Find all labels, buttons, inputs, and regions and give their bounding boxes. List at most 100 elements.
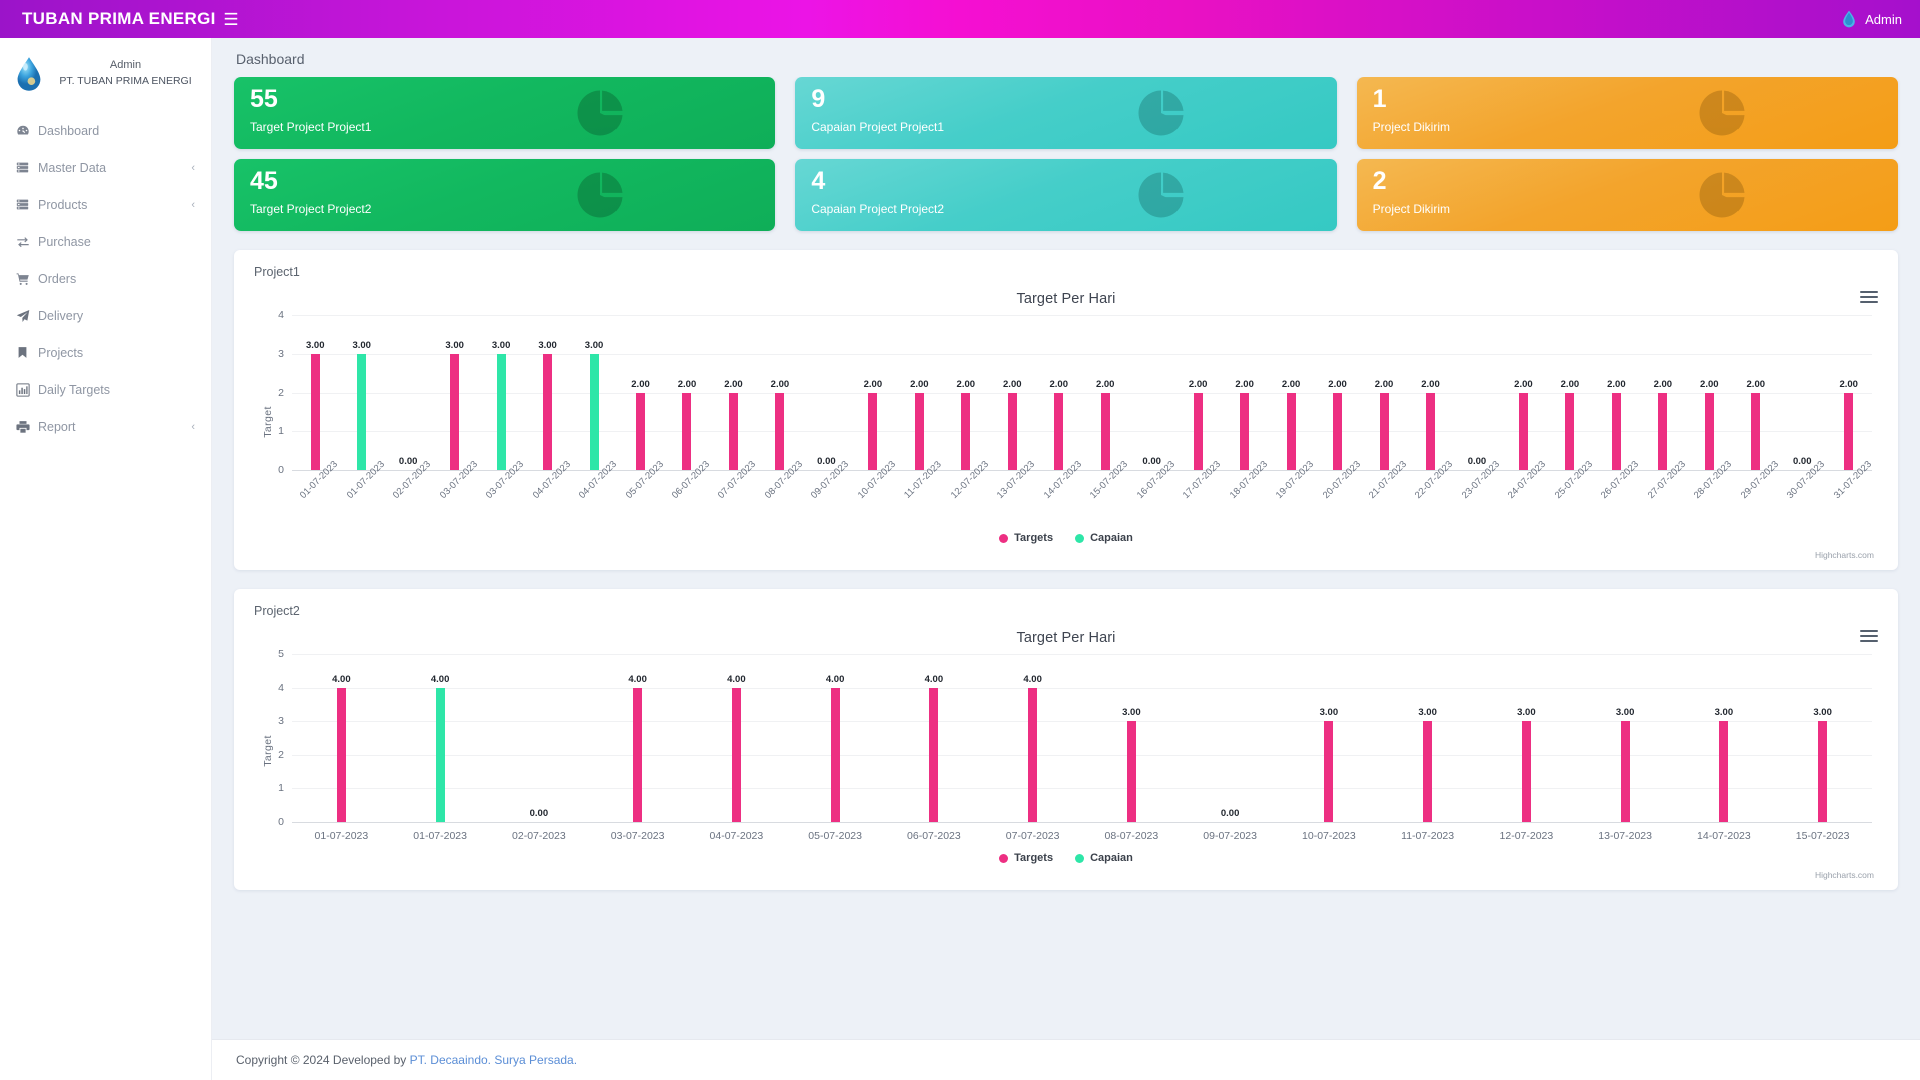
bar[interactable]: 4.00 bbox=[925, 674, 943, 822]
sidebar-item-products[interactable]: Products ‹ bbox=[0, 186, 211, 223]
bar[interactable]: 4.00 bbox=[727, 674, 746, 822]
sidebar-item-orders[interactable]: Orders bbox=[0, 260, 211, 297]
bar-slot: 2.00 bbox=[757, 315, 803, 470]
bar[interactable]: 3.00 bbox=[445, 340, 464, 470]
stat-card[interactable]: 45 Target Project Project2 bbox=[234, 159, 776, 231]
bar[interactable]: 3.00 bbox=[1517, 707, 1536, 822]
bar[interactable]: 2.00 bbox=[1747, 379, 1765, 470]
stat-card[interactable]: 55 Target Project Project1 bbox=[234, 77, 776, 149]
x-axis-slot: 09-07-2023 bbox=[803, 459, 851, 528]
legend-item-capaian[interactable]: Capaian bbox=[1075, 852, 1133, 864]
x-axis-slot: 01-07-2023 bbox=[292, 822, 391, 848]
legend-item-capaian[interactable]: Capaian bbox=[1075, 532, 1133, 544]
legend-label: Targets bbox=[1014, 532, 1054, 544]
user-menu[interactable]: Admin bbox=[1841, 10, 1920, 28]
bar[interactable]: 2.00 bbox=[910, 379, 929, 470]
sidebar-item-dashboard[interactable]: Dashboard bbox=[0, 112, 211, 149]
bar[interactable]: 2.00 bbox=[1514, 379, 1533, 470]
x-axis-slot: 02-07-2023 bbox=[490, 822, 589, 848]
bar[interactable]: 2.00 bbox=[1328, 379, 1347, 470]
bar[interactable]: 2.00 bbox=[631, 379, 650, 470]
bar[interactable]: 3.00 bbox=[538, 340, 557, 470]
bar[interactable]: 2.00 bbox=[864, 379, 882, 470]
bar-value-label: 3.00 bbox=[352, 339, 371, 351]
stat-value: 4 bbox=[811, 167, 826, 195]
chart-context-menu-icon[interactable] bbox=[1860, 288, 1878, 306]
x-axis-slot: 01-07-2023 bbox=[391, 822, 490, 848]
bar-slot: 2.00 bbox=[896, 315, 942, 470]
bar-slot: 0.00 bbox=[1128, 315, 1174, 470]
bar[interactable]: 4.00 bbox=[332, 674, 351, 822]
bar-value-label: 3.00 bbox=[491, 339, 511, 351]
bar[interactable]: 2.00 bbox=[1049, 379, 1068, 470]
sidebar-item-projects[interactable]: Projects bbox=[0, 334, 211, 371]
x-axis-tick: 10-07-2023 bbox=[1302, 830, 1356, 842]
bar[interactable]: 2.00 bbox=[1282, 379, 1300, 470]
bar-slot: 2.00 bbox=[710, 315, 756, 470]
bar[interactable]: 3.00 bbox=[1616, 707, 1634, 822]
bar[interactable]: 2.00 bbox=[957, 379, 975, 470]
bar[interactable]: 2.00 bbox=[1189, 379, 1207, 470]
sidebar-item-purchase[interactable]: Purchase bbox=[0, 223, 211, 260]
x-axis-tick: 03-07-2023 bbox=[610, 830, 665, 842]
x-axis-slot: 09-07-2023 bbox=[1181, 822, 1280, 848]
bar[interactable]: 3.00 bbox=[492, 340, 510, 470]
bar[interactable]: 3.00 bbox=[352, 340, 371, 470]
bar[interactable]: 3.00 bbox=[585, 340, 603, 470]
sidebar-item-report[interactable]: Report ‹ bbox=[0, 408, 211, 445]
bar[interactable]: 2.00 bbox=[1421, 379, 1440, 470]
x-axis-slot: 28-07-2023 bbox=[1686, 459, 1734, 528]
sidebar-item-delivery[interactable]: Delivery bbox=[0, 297, 211, 334]
bar[interactable]: 2.00 bbox=[678, 379, 696, 470]
bar[interactable]: 2.00 bbox=[1700, 379, 1719, 470]
bar-value-label: 3.00 bbox=[1517, 707, 1536, 719]
stat-card[interactable]: 4 Capaian Project Project2 bbox=[795, 159, 1337, 231]
bar[interactable]: 3.00 bbox=[1813, 707, 1832, 822]
copyright-text: Copyright © 2024 Developed by bbox=[236, 1053, 410, 1067]
chart-context-menu-icon[interactable] bbox=[1860, 627, 1878, 645]
sidebar-item-master-data[interactable]: Master Data ‹ bbox=[0, 149, 211, 186]
bar-slot: 3.00 bbox=[1378, 654, 1477, 822]
bar[interactable]: 2.00 bbox=[1235, 379, 1254, 470]
bar[interactable]: 4.00 bbox=[431, 674, 449, 822]
bar[interactable]: 2.00 bbox=[1839, 379, 1858, 470]
y-axis-label: Target bbox=[261, 735, 274, 767]
x-axis-slot: 16-07-2023 bbox=[1128, 459, 1176, 528]
bar[interactable]: 3.00 bbox=[1320, 707, 1338, 822]
bar-value-label: 2.00 bbox=[1003, 378, 1022, 390]
bar[interactable]: 4.00 bbox=[1023, 674, 1042, 822]
bar[interactable]: 2.00 bbox=[1003, 379, 1022, 470]
developer-link[interactable]: PT. Decaaindo. Surya Persada. bbox=[410, 1053, 577, 1067]
x-axis-tick: 01-07-2023 bbox=[314, 830, 369, 842]
stat-card[interactable]: 1 Project Dikirim bbox=[1356, 77, 1898, 149]
bar[interactable]: 3.00 bbox=[1418, 707, 1437, 822]
legend-item-targets[interactable]: Targets bbox=[999, 532, 1053, 544]
bar-slot: 2.00 bbox=[1500, 315, 1546, 470]
bar[interactable]: 2.00 bbox=[724, 379, 743, 470]
stat-card[interactable]: 9 Capaian Project Project1 bbox=[795, 77, 1337, 149]
hamburger-icon[interactable]: ☰ bbox=[220, 11, 242, 28]
bar-value-label: 3.00 bbox=[1813, 707, 1832, 719]
bar-value-label: 2.00 bbox=[1235, 378, 1254, 390]
bar[interactable]: 3.00 bbox=[306, 340, 324, 470]
legend-item-targets[interactable]: Targets bbox=[999, 852, 1053, 864]
chart-credits[interactable]: Highcharts.com bbox=[246, 544, 1886, 560]
bar[interactable]: 2.00 bbox=[1607, 379, 1626, 470]
bar[interactable]: 2.00 bbox=[1561, 379, 1579, 470]
sidebar-item-daily-targets[interactable]: Daily Targets bbox=[0, 371, 211, 408]
bar-value-label: 0.00 bbox=[1142, 456, 1161, 467]
bar[interactable]: 2.00 bbox=[1096, 379, 1114, 470]
bar-value-label: 2.00 bbox=[1560, 378, 1580, 390]
bar[interactable]: 4.00 bbox=[628, 674, 647, 822]
bar[interactable]: 3.00 bbox=[1122, 707, 1141, 822]
chart-credits[interactable]: Highcharts.com bbox=[246, 864, 1886, 880]
bar[interactable]: 4.00 bbox=[826, 674, 844, 822]
bar[interactable]: 2.00 bbox=[771, 379, 789, 470]
bar-value-label: 2.00 bbox=[1421, 378, 1440, 390]
stat-card[interactable]: 2 Project Dikirim bbox=[1356, 159, 1898, 231]
stat-card-column-green: 55 Target Project Project1 45 Target Pro… bbox=[234, 77, 776, 231]
bar[interactable]: 2.00 bbox=[1375, 379, 1393, 470]
bar[interactable]: 2.00 bbox=[1654, 379, 1672, 470]
x-axis-tick: 14-07-2023 bbox=[1697, 830, 1751, 842]
bar[interactable]: 3.00 bbox=[1715, 707, 1733, 822]
